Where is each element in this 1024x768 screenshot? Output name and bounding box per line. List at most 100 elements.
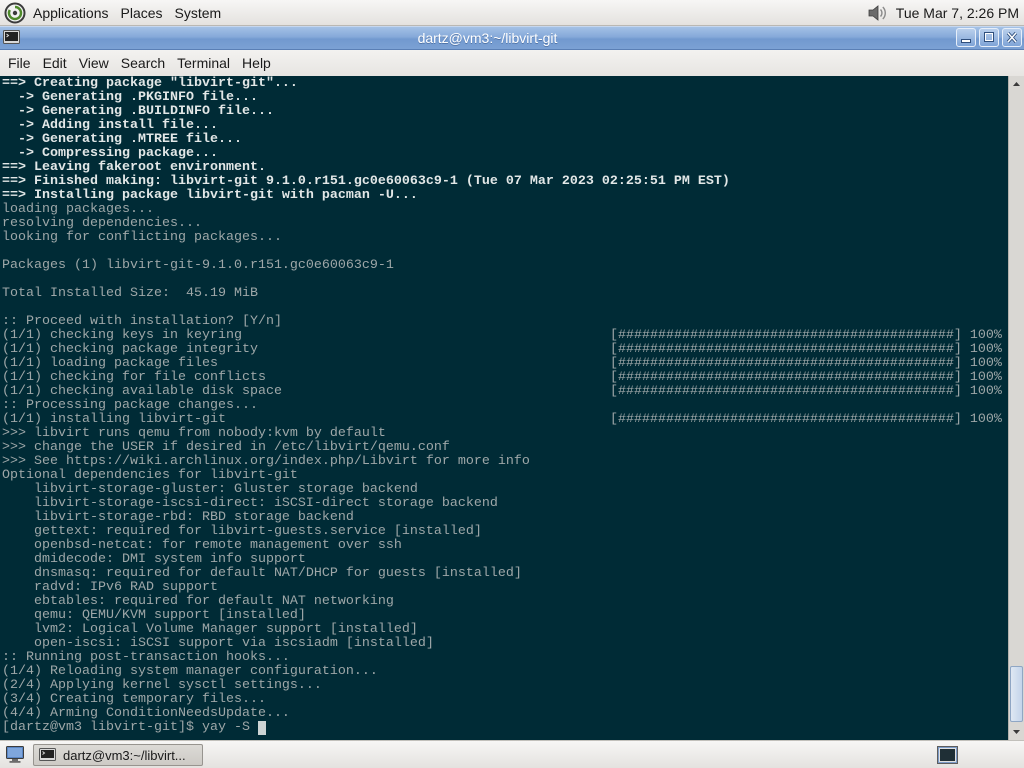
window-title: dartz@vm3:~/libvirt-git: [417, 30, 558, 46]
terminal-line-text: ==> Installing package libvirt-git with …: [2, 188, 418, 203]
terminal-scrollbar[interactable]: [1008, 76, 1024, 740]
workspace-window-thumbnail[interactable]: [939, 748, 956, 762]
minimize-button[interactable]: [956, 28, 976, 47]
terminal-line-text: (1/1) installing libvirt-git: [2, 412, 226, 427]
terminal-line-text: Optional dependencies for libvirt-git: [2, 468, 298, 483]
terminal-icon: [39, 748, 56, 761]
menu-applications[interactable]: Applications: [27, 0, 115, 26]
menu-view[interactable]: View: [73, 50, 115, 76]
terminal-output[interactable]: ==> Creating package "libvirt-git"... ->…: [0, 76, 1008, 740]
terminal-line: Packages (1) libvirt-git-9.1.0.r151.gc0e…: [2, 259, 1008, 273]
terminal-line-text: resolving dependencies...: [2, 216, 202, 231]
terminal-line-text: >>> See https://wiki.archlinux.org/index…: [2, 454, 530, 469]
terminal-line: -> Generating .PKGINFO file...: [2, 91, 1008, 105]
terminal-line-text: (1/1) checking keys in keyring: [2, 328, 242, 343]
taskbar-button-terminal[interactable]: dartz@vm3:~/libvirt...: [33, 744, 203, 766]
terminal-line: (1/1) checking available disk space [####…: [2, 385, 1008, 399]
menu-terminal[interactable]: Terminal: [171, 50, 236, 76]
terminal-line: :: Processing package changes...: [2, 399, 1008, 413]
terminal-line: (4/4) Arming ConditionNeedsUpdate...: [2, 707, 1008, 721]
terminal-line-text: >>> libvirt runs qemu from nobody:kvm by…: [2, 426, 386, 441]
terminal-line: Optional dependencies for libvirt-git: [2, 469, 1008, 483]
terminal-line-text: dnsmasq: required for default NAT/DHCP f…: [2, 566, 522, 581]
terminal-line: libvirt-storage-rbd: RBD storage backend: [2, 511, 1008, 525]
terminal-line: (1/1) installing libvirt-git [###########…: [2, 413, 1008, 427]
terminal-line-text: :: Running post-transaction hooks...: [2, 650, 290, 665]
terminal-line-text: (4/4) Arming ConditionNeedsUpdate...: [2, 706, 290, 721]
terminal-line: loading packages...: [2, 203, 1008, 217]
terminal-line: gettext: required for libvirt-guests.ser…: [2, 525, 1008, 539]
terminal-line-text: libvirt-storage-rbd: RBD storage backend: [2, 510, 354, 525]
workspace-switcher[interactable]: [937, 746, 958, 764]
terminal-line-text: ebtables: required for default NAT netwo…: [2, 594, 394, 609]
arrow-up-icon: [1013, 82, 1020, 86]
progress-bar-hashes: [#######################################…: [610, 412, 962, 427]
show-desktop-icon[interactable]: [5, 745, 25, 764]
terminal-line: (1/1) loading package files [############…: [2, 357, 1008, 371]
arrow-down-icon: [1013, 730, 1020, 734]
terminal-line-text: loading packages...: [2, 202, 154, 217]
terminal-line: dnsmasq: required for default NAT/DHCP f…: [2, 567, 1008, 581]
window-titlebar[interactable]: dartz@vm3:~/libvirt-git: [0, 26, 1024, 50]
terminal-cursor: [257, 721, 266, 735]
progress-bar-hashes: [#######################################…: [610, 356, 962, 371]
terminal-line: ==> Leaving fakeroot environment.: [2, 161, 1008, 175]
terminal-line: (1/1) checking package integrity [#######…: [2, 343, 1008, 357]
progress-bar-hashes: [#######################################…: [610, 384, 962, 399]
top-panel-menus: Applications Places System: [4, 0, 227, 26]
menu-places[interactable]: Places: [115, 0, 169, 26]
top-panel: Applications Places System Tue Mar 7, 2:…: [0, 0, 1024, 26]
menu-file[interactable]: File: [2, 50, 37, 76]
scroll-up-button[interactable]: [1009, 76, 1024, 92]
terminal-line: >>> change the USER if desired in /etc/l…: [2, 441, 1008, 455]
terminal-icon[interactable]: [3, 29, 20, 46]
terminal-line-text: open-iscsi: iSCSI support via iscsiadm […: [2, 636, 434, 651]
progress-percent: 100%: [969, 356, 1002, 371]
clock[interactable]: Tue Mar 7, 2:26 PM: [896, 0, 1019, 26]
terminal-line: ==> Installing package libvirt-git with …: [2, 189, 1008, 203]
progress-bar: [#######################################…: [610, 343, 1002, 357]
scrollbar-thumb[interactable]: [1010, 666, 1023, 722]
terminal-line-text: (1/1) checking package integrity: [2, 342, 258, 357]
terminal-line: ==> Creating package "libvirt-git"...: [2, 77, 1008, 91]
minimize-icon: [961, 39, 971, 43]
terminal-line-text: lvm2: Logical Volume Manager support [in…: [2, 622, 418, 637]
bottom-panel: dartz@vm3:~/libvirt...: [0, 740, 1024, 768]
terminal-line: openbsd-netcat: for remote management ov…: [2, 539, 1008, 553]
terminal-line-text: ==> Leaving fakeroot environment.: [2, 160, 266, 175]
distro-logo-icon[interactable]: [4, 2, 26, 24]
terminal-line-text: -> Generating .MTREE file...: [2, 132, 242, 147]
terminal-line-text: Total Installed Size: 45.19 MiB: [2, 286, 258, 301]
terminal-line-text: -> Generating .BUILDINFO file...: [2, 104, 274, 119]
terminal-line-text: (2/4) Applying kernel sysctl settings...: [2, 678, 322, 693]
progress-bar: [#######################################…: [610, 413, 1002, 427]
top-panel-tray: Tue Mar 7, 2:26 PM: [866, 0, 1019, 26]
terminal-lines: ==> Creating package "libvirt-git"... ->…: [2, 77, 1008, 735]
volume-icon[interactable]: [866, 3, 888, 23]
terminal-line-text: dmidecode: DMI system info support: [2, 552, 306, 567]
menu-help[interactable]: Help: [236, 50, 277, 76]
progress-bar: [#######################################…: [610, 371, 1002, 385]
terminal-line: (1/1) checking for file conflicts [######…: [2, 371, 1008, 385]
maximize-button[interactable]: [979, 28, 999, 47]
progress-bar-hashes: [#######################################…: [610, 342, 962, 357]
menu-search[interactable]: Search: [115, 50, 171, 76]
scroll-down-button[interactable]: [1009, 724, 1024, 740]
terminal-line-text: -> Adding install file...: [2, 118, 218, 133]
terminal-line: looking for conflicting packages...: [2, 231, 1008, 245]
terminal-line: libvirt-storage-gluster: Gluster storage…: [2, 483, 1008, 497]
maximize-icon: [984, 32, 994, 42]
terminal-line: [dartz@vm3 libvirt-git]$ yay -S: [2, 721, 1008, 735]
terminal-line-text: ==> Finished making: libvirt-git 9.1.0.r…: [2, 174, 730, 189]
menu-system[interactable]: System: [169, 0, 228, 26]
menu-edit[interactable]: Edit: [37, 50, 73, 76]
terminal-line-text: ==> Creating package "libvirt-git"...: [2, 76, 298, 91]
terminal-line: qemu: QEMU/KVM support [installed]: [2, 609, 1008, 623]
terminal-line-text: (1/1) loading package files: [2, 356, 218, 371]
close-button[interactable]: [1002, 28, 1022, 47]
terminal-line: :: Running post-transaction hooks...: [2, 651, 1008, 665]
window-menubar: File Edit View Search Terminal Help: [0, 50, 1024, 76]
